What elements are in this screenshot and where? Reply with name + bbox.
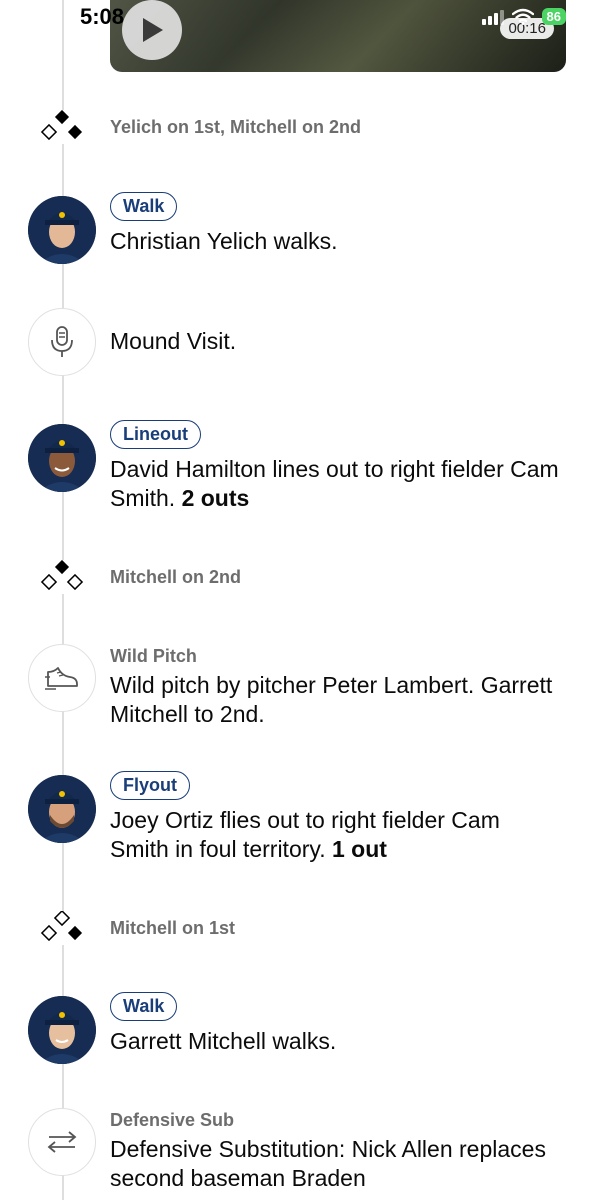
status-time: 5:08 (80, 4, 125, 29)
play-description: Defensive Substitution: Nick Allen repla… (110, 1136, 546, 1191)
play-type-badge: Flyout (110, 771, 190, 800)
player-avatar (28, 196, 96, 264)
event-title: Wild Pitch (110, 646, 197, 666)
player-avatar (28, 424, 96, 492)
shoe-icon (45, 667, 78, 690)
defensive-sub-node (28, 1108, 96, 1176)
outs-count: 1 out (331, 836, 387, 862)
play-description: Garrett Mitchell walks. (110, 1028, 337, 1054)
outs-count: 2 outs (181, 485, 250, 511)
base-diamond-icon (38, 911, 86, 945)
base-diamond-icon (38, 110, 86, 144)
play-description-block: David Hamilton lines out to right fielde… (110, 455, 560, 513)
play-description: David Hamilton lines out to right fielde… (110, 456, 559, 511)
runners-text: Mitchell on 2nd (110, 567, 242, 587)
play-description: Joey Ortiz flies out to right fielder Ca… (110, 807, 500, 862)
player-avatar (28, 996, 96, 1064)
runners-text: Mitchell on 1st (110, 918, 236, 938)
play-description: Wild pitch by pitcher Peter Lambert. Gar… (110, 672, 553, 727)
runners-text: Yelich on 1st, Mitchell on 2nd (110, 117, 362, 137)
wifi-icon (511, 8, 534, 25)
mound-visit-node (28, 308, 96, 376)
cellular-signal-icon (481, 9, 504, 25)
play-description: Christian Yelich walks. (110, 228, 338, 254)
play-type-badge: Walk (110, 992, 178, 1021)
play-description: Mound Visit. (110, 328, 237, 354)
battery-indicator: 86 (541, 8, 566, 25)
wild-pitch-node (28, 644, 96, 712)
microphone-icon (51, 326, 73, 357)
base-diamond-icon (38, 560, 86, 594)
play-type-badge: Lineout (110, 420, 201, 449)
play-description-block: Joey Ortiz flies out to right fielder Ca… (110, 806, 560, 864)
status-icons: 86 (481, 8, 566, 25)
player-avatar (28, 775, 96, 843)
play-type-badge: Walk (110, 192, 178, 221)
event-title: Defensive Sub (110, 1110, 235, 1130)
swap-arrows-icon (47, 1131, 77, 1153)
